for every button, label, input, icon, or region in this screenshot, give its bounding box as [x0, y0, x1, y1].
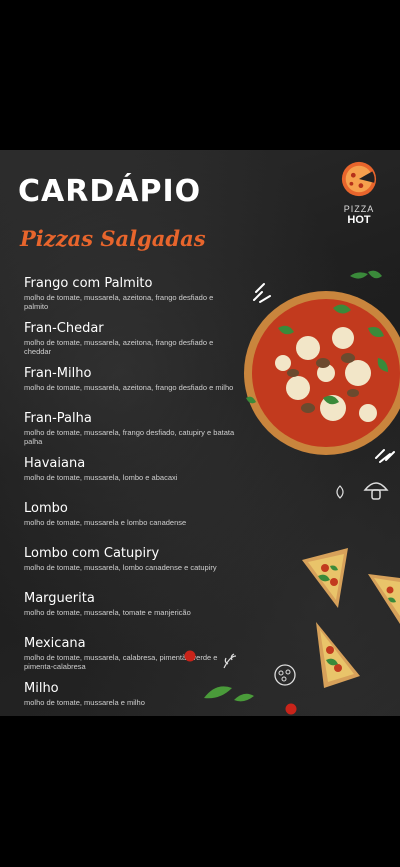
pizza-description: molho de tomate, mussarela, lombo canade… [24, 563, 217, 572]
pizza-description: molho de tomate, mussarela, azeitona, fr… [24, 293, 214, 311]
pizza-description: molho de tomate, mussarela e lombo canad… [24, 518, 187, 527]
pizza-description: molho de tomate, mussarela, lombo e abac… [24, 473, 178, 482]
pizza-name: Mexicana [24, 636, 86, 651]
pizza-description: molho de tomate, mussarela, frango desfi… [24, 428, 235, 446]
pizza-list: Frango com Palmito molho de tomate, muss… [24, 275, 239, 716]
mushroom-icon [363, 482, 389, 500]
cherry-tomato-image [184, 650, 196, 662]
logo-text-small: PIZZA [343, 204, 375, 214]
list-item: Lombo com Catupiry molho de tomate, muss… [24, 545, 239, 590]
top-black-bar [0, 0, 400, 150]
pizza-slice-image [316, 622, 360, 688]
pizza-description: molho de tomate, mussarela, azeitona, fr… [24, 383, 234, 392]
bottom-black-bar [0, 716, 400, 867]
cherry-tomato-image [285, 703, 297, 715]
menu-title: CARDÁPIO [18, 174, 202, 209]
tomato-slice-icon [274, 664, 296, 686]
list-item: Lombo molho de tomate, mussarela e lombo… [24, 500, 239, 545]
herb-icon [223, 653, 237, 669]
menu-image: CARDÁPIO Pizzas Salgadas PIZZA HOT Frang… [0, 150, 400, 716]
list-item: Fran-Milho molho de tomate, mussarela, a… [24, 365, 239, 410]
pizza-name: Fran-Milho [24, 366, 92, 381]
list-item: Fran-Chedar molho de tomate, mussarela, … [24, 320, 239, 365]
pizza-description: molho de tomate, mussarela, azeitona, fr… [24, 338, 214, 356]
pizza-name: Fran-Palha [24, 411, 92, 426]
pizza-slice-image [302, 548, 348, 608]
list-item: Mexicana molho de tomate, mussarela, cal… [24, 635, 239, 680]
scribble-lines-icon [375, 449, 395, 463]
pizza-logo-icon [341, 161, 377, 197]
pizza-name: Frango com Palmito [24, 276, 153, 291]
garlic-icon [336, 485, 344, 499]
list-item: Fran-Palha molho de tomate, mussarela, f… [24, 410, 239, 455]
pizza-description: molho de tomate, mussarela, tomate e man… [24, 608, 191, 617]
pizza-name: Havaiana [24, 456, 86, 471]
pizza-slice-image [368, 574, 400, 624]
menu-subtitle: Pizzas Salgadas [20, 226, 206, 251]
logo-text-big: HOT [347, 214, 371, 226]
list-item: Havaiana molho de tomate, mussarela, lom… [24, 455, 239, 500]
list-item: Marguerita molho de tomate, mussarela, t… [24, 590, 239, 635]
basil-leaf-image [204, 686, 254, 702]
pizza-name: Lombo [24, 501, 68, 516]
pizza-name: Fran-Chedar [24, 321, 104, 336]
list-item: Frango com Palmito molho de tomate, muss… [24, 275, 239, 320]
pizza-name: Lombo com Catupiry [24, 546, 160, 561]
scribble-lines-icon [253, 283, 271, 303]
pizza-name: Marguerita [24, 591, 95, 606]
pizza-description: molho de tomate, mussarela, calabresa, p… [24, 653, 218, 671]
pizza-hot-logo: PIZZA HOT [330, 160, 388, 226]
